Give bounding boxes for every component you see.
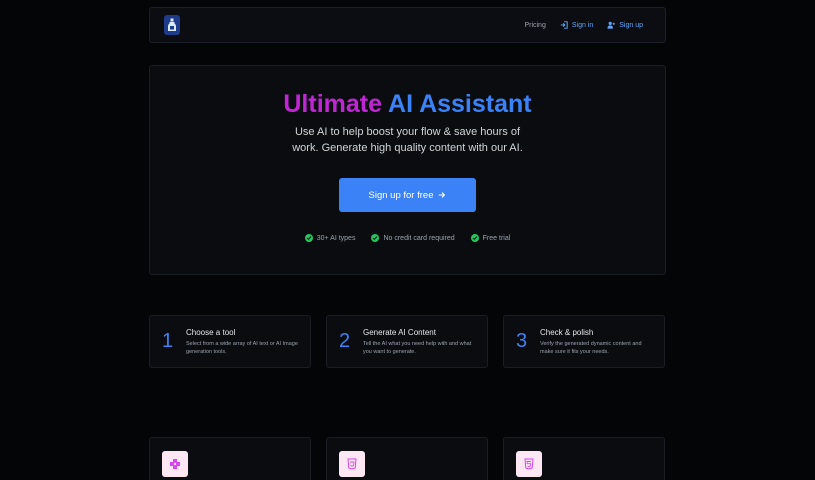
arrow-right-icon [439,192,446,198]
login-icon [560,21,568,29]
step-number: 3 [516,330,528,352]
feature-label: 30+ AI types [316,234,356,242]
nav-pricing-label: Pricing [524,21,546,29]
hero-section: Ultimate AI Assistant Use AI to help boo… [149,65,666,275]
feature-item: Free trial [470,234,511,242]
nav-links: Pricing Sign in Sign up [524,21,643,29]
user-plus-icon [607,21,616,29]
step-title: Choose a tool [186,328,236,337]
hero-title: Ultimate AI Assistant [150,90,665,118]
sign-up-free-button[interactable]: Sign up for free [339,178,476,212]
page: Pricing Sign in Sign up Ultimate AI Assi… [0,0,815,480]
check-circle-icon [470,234,479,242]
feature-label: No credit card required [383,234,455,242]
nav-pricing-link[interactable]: Pricing [524,22,545,29]
step-card: 2 Generate AI Content Tell the AI what y… [326,315,488,368]
feature-item: 30+ AI types [304,234,356,242]
navbar: Pricing Sign in Sign up [149,7,666,43]
tool-card[interactable] [503,437,665,480]
check-circle-icon [304,234,313,242]
bottle-logo-icon[interactable] [164,15,180,35]
puzzle-icon [162,451,188,477]
feature-item: No credit card required [371,234,455,242]
css3-icon [339,451,365,477]
step-description: Verify the generated dynamic content and… [540,341,642,355]
step-title: Check & polish [540,328,594,337]
step-card: 3 Check & polish Verify the generated dy… [503,315,665,368]
step-number: 1 [162,330,174,352]
check-circle-icon [371,234,380,242]
tool-card[interactable] [326,437,488,480]
step-number: 2 [339,330,351,352]
cta-label: Sign up for free [368,189,434,201]
hero-title-highlight: Ultimate [283,90,383,118]
nav-sign-in-label: Sign in [571,21,594,29]
hero-title-main: AI Assistant [388,90,532,118]
tool-card[interactable] [149,437,311,480]
html5-icon [516,451,542,477]
nav-sign-up-label: Sign up [619,21,643,29]
step-card: 1 Choose a tool Select from a wide array… [149,315,311,368]
step-description: Select from a wide array of AI text or A… [186,341,298,355]
feature-label: Free trial [482,234,511,242]
step-description: Tell the AI what you need help with and … [363,341,472,355]
nav-sign-in-link[interactable]: Sign in [560,21,593,29]
hero-subtitle: Use AI to help boost your flow & save ho… [292,126,523,154]
nav-sign-up-link[interactable]: Sign up [607,21,643,29]
step-title: Generate AI Content [363,328,436,337]
hero-features: 30+ AI types No credit card required Fre… [150,234,665,242]
